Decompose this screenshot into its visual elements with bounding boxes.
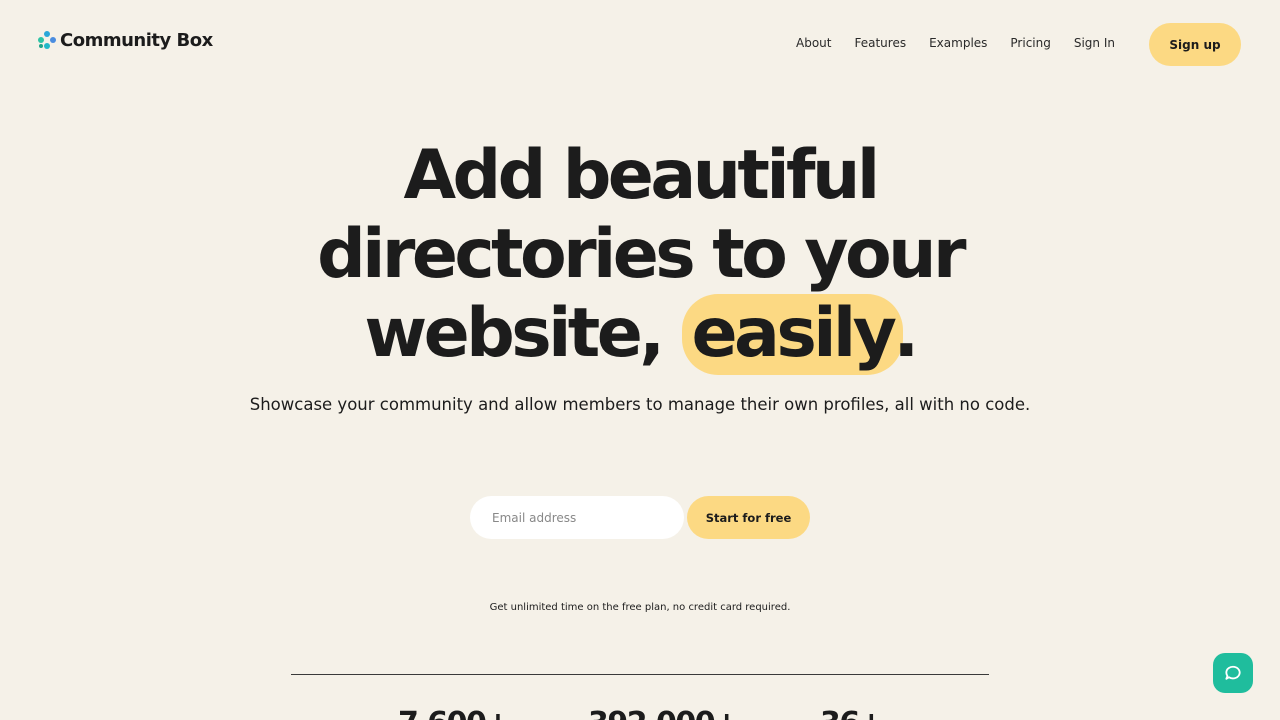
main-nav: About Features Examples Pricing Sign In [796, 36, 1138, 50]
chat-bubble-icon [1225, 665, 1241, 680]
stat-value: 392,000+ [588, 706, 739, 720]
headline-line-1: Add beautiful [403, 136, 880, 215]
landing-page: Community Box About Features Examples Pr… [0, 0, 1280, 720]
chat-widget-button[interactable] [1213, 653, 1253, 693]
headline-highlight: easily [681, 294, 904, 375]
brand-name: Community Box [60, 30, 213, 51]
headline-period: . [893, 294, 919, 373]
nav-features[interactable]: Features [854, 36, 906, 50]
free-plan-note: Get unlimited time on the free plan, no … [489, 602, 791, 613]
brand-logo[interactable]: Community Box [38, 30, 213, 51]
stat-value: 36+ [820, 706, 884, 720]
nav-examples[interactable]: Examples [929, 36, 987, 50]
email-input[interactable] [470, 496, 684, 539]
hero-headline: Add beautiful directories to your websit… [0, 136, 1280, 375]
stat-value: 7,600+ [398, 706, 511, 720]
dots-cluster-icon [38, 30, 56, 51]
nav-about[interactable]: About [796, 36, 831, 50]
section-divider [291, 674, 989, 675]
headline-line-3: website, [364, 294, 665, 373]
signup-button[interactable]: Sign up [1149, 23, 1241, 66]
start-for-free-button[interactable]: Start for free [687, 496, 810, 539]
hero-subheading: Showcase your community and allow member… [249, 395, 1031, 414]
nav-pricing[interactable]: Pricing [1010, 36, 1050, 50]
nav-sign-in[interactable]: Sign In [1074, 36, 1115, 50]
headline-line-2: directories to your [317, 215, 966, 294]
